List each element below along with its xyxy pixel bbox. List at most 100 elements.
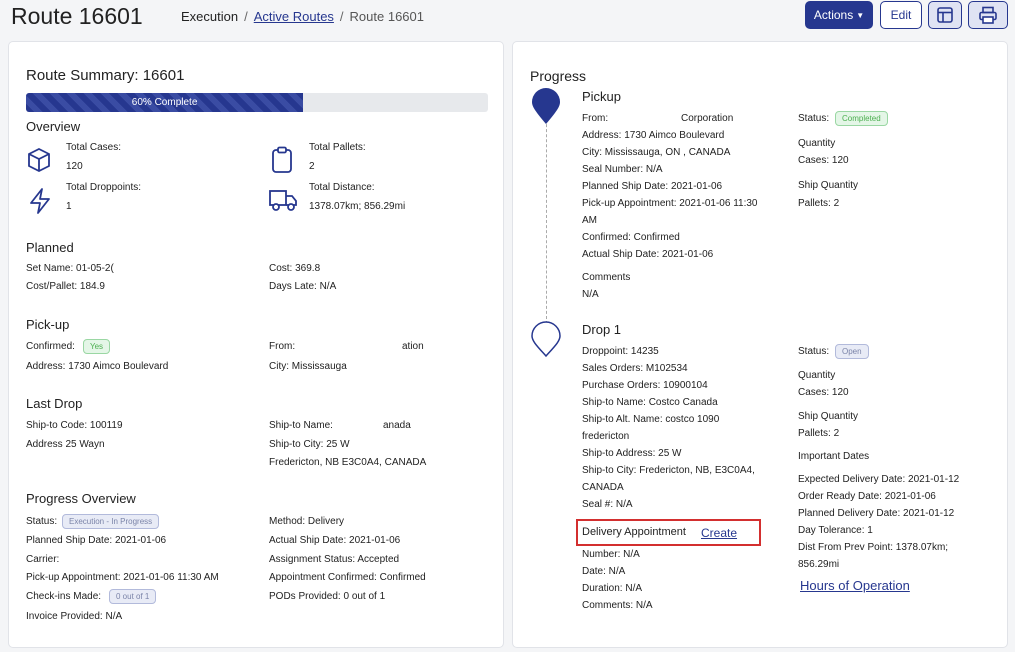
route-summary-card: Route Summary: 16601 60% Complete Overvi… [8,41,504,648]
drop-status-badge: Open [835,344,869,359]
edit-button[interactable]: Edit [880,1,922,29]
total-pallets-label: Total Pallets: [309,142,366,153]
status-badge: Execution - In Progress [62,514,160,529]
planned-delivery-date: Planned Delivery Date: 2021-01-12 [798,508,955,519]
pickup-heading: Pick-up [26,317,70,332]
print-button[interactable] [968,1,1008,29]
drop-stop-heading: Drop 1 [582,322,622,337]
breadcrumb-active-routes[interactable]: Active Routes [254,9,334,24]
timeline-line [546,114,547,324]
pickup-appointment-line2: AM [582,215,597,226]
appointment-confirmed: Appointment Confirmed: Confirmed [269,572,426,583]
droppoint: Droppoint: 14235 [582,346,659,357]
ship-to-name-label: Ship-to Name: [269,420,333,431]
route-progress-bar: 60% Complete [26,93,488,112]
pickup-from-label: From: [582,113,609,124]
page-header: Route 16601 Execution / Active Routes / Rout… [0,0,1015,36]
ship-to-city: Ship-to City: Fredericton, NB, E3C0A4, [582,465,755,476]
ship-to-name-value: anada [383,420,411,431]
actions-button[interactable]: Actions ▼ [805,1,873,29]
box-icon [26,147,52,173]
important-dates-label: Important Dates [798,451,870,462]
seal-number: Seal Number: N/A [582,164,663,175]
pickup-appointment: Pick-up Appointment: 2021-01-06 11:30 [582,198,758,209]
total-distance-value: 1378.07km; 856.29mi [309,201,406,212]
create-appointment-link[interactable]: Create [701,526,737,540]
printer-icon [978,6,998,24]
layout-button[interactable] [928,1,962,29]
hours-of-operation-link[interactable]: Hours of Operation [800,578,910,593]
appointment-comments: Comments: N/A [582,600,653,611]
pickup-appointment: Pick-up Appointment: 2021-01-06 11:30 AM [26,572,219,583]
pickup-confirmed: Confirmed: Confirmed [582,232,680,243]
appointment-number: Number: N/A [582,549,640,560]
pickup-status-badge: Completed [835,111,888,126]
pods-provided: PODs Provided: 0 out of 1 [269,591,386,602]
pickup-stop-heading: Pickup [582,89,622,104]
drop-ship-quantity-label: Ship Quantity [798,411,859,422]
ship-to-alt-name-line2: fredericton [582,431,630,442]
pickup-city: City: Mississauga [269,361,347,372]
pickup-city: City: Mississauga, ON , CANADA [582,147,731,158]
actual-ship-date: Actual Ship Date: 2021-01-06 [582,249,714,260]
assignment-status: Assignment Status: Accepted [269,554,400,565]
progress-card: Progress Pickup From: Corporation Addres… [512,41,1008,648]
total-droppoints-label: Total Droppoints: [66,182,142,193]
planned-ship-date: Planned Ship Date: 2021-01-06 [582,181,723,192]
dist-from-prev-point: Dist From Prev Point: 1378.07km; [798,542,949,553]
pickup-pallets: Pallets: 2 [798,198,840,209]
total-distance-label: Total Distance: [309,182,375,193]
pickup-address: Address: 1730 Aimco Boulevard [582,130,725,141]
overview-heading: Overview [26,119,81,134]
ship-to-alt-name: Ship-to Alt. Name: costco 1090 [582,414,720,425]
progress-title: Progress [530,68,587,84]
clipboard-icon [270,146,294,174]
set-name: Set Name: 01-05-2( [26,263,114,274]
truck-icon [268,187,298,213]
breadcrumb-current: Route 16601 [349,9,424,24]
comments-value: N/A [582,289,599,300]
page-title: Route 16601 [11,3,143,29]
ship-to-address: Ship-to Address: 25 W [582,448,682,459]
planned-ship-date: Planned Ship Date: 2021-01-06 [26,535,167,546]
pickup-from-value: ation [402,341,424,352]
last-drop-heading: Last Drop [26,396,83,411]
carrier: Carrier: [26,554,60,565]
drop-status-label: Status: [798,346,830,357]
comments-label: Comments [582,272,631,283]
map-pin-filled-icon [530,88,562,126]
order-ready-date: Order Ready Date: 2021-01-06 [798,491,936,502]
drop-pallets: Pallets: 2 [798,428,840,439]
checkins-badge: 0 out of 1 [109,589,157,604]
cost: Cost: 369.8 [269,263,321,274]
ship-to-city: Ship-to City: 25 W [269,439,350,450]
pickup-confirmed-badge: Yes [83,339,111,354]
map-pin-outline-icon [530,321,562,359]
pickup-from-value: Corporation [681,113,734,124]
progress-overview-heading: Progress Overview [26,491,136,506]
purchase-orders: Purchase Orders: 10900104 [582,380,708,391]
delivery-appointment-label: Delivery Appointment [582,526,686,538]
day-tolerance: Day Tolerance: 1 [798,525,873,536]
expected-delivery-date: Expected Delivery Date: 2021-01-12 [798,474,960,485]
lightning-icon [28,187,52,215]
caret-down-icon: ▼ [856,10,865,20]
ship-to-city-line2: CANADA [582,482,624,493]
drop-cases: Cases: 120 [798,387,849,398]
route-progress-fill: 60% Complete [26,93,304,112]
total-cases-value: 120 [66,161,83,172]
checkins-label: Check-ins Made: [26,591,102,602]
progress-label: 60% Complete [131,97,198,108]
breadcrumb-execution: Execution [181,9,239,24]
actions-label: Actions [813,8,854,22]
pickup-confirmed-label: Confirmed: [26,341,75,352]
pickup-address: Address: 1730 Aimco Boulevard [26,361,169,372]
pickup-status-label: Status: [798,113,830,124]
route-summary-title: Route Summary: 16601 [26,67,185,84]
dist-from-prev-point-line2: 856.29mi [798,559,840,570]
planned-heading: Planned [26,240,74,255]
ship-to-code: Ship-to Code: 100119 [26,420,123,431]
pickup-cases: Cases: 120 [798,155,849,166]
breadcrumb: Execution / Active Routes / Route 16601 [181,9,424,24]
days-late: Days Late: N/A [269,281,337,292]
